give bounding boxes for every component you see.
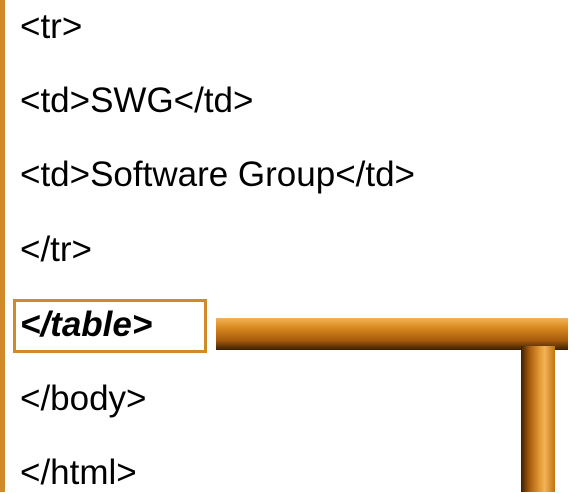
- left-accent-rule: [0, 0, 5, 492]
- code-line-td-swg: <td>SWG</td>: [20, 81, 254, 120]
- callout-bar-horizontal: [216, 318, 568, 350]
- code-line-tr-open: <tr>: [20, 7, 83, 46]
- code-line-html-close: </html>: [20, 453, 137, 492]
- code-line-td-software-group: <td>Software Group</td>: [20, 155, 415, 194]
- code-line-body-close: </body>: [20, 379, 147, 418]
- callout-bar-vertical: [521, 346, 555, 492]
- code-line-tr-close: </tr>: [20, 230, 92, 269]
- code-line-table-close-highlighted: </table>: [20, 305, 153, 344]
